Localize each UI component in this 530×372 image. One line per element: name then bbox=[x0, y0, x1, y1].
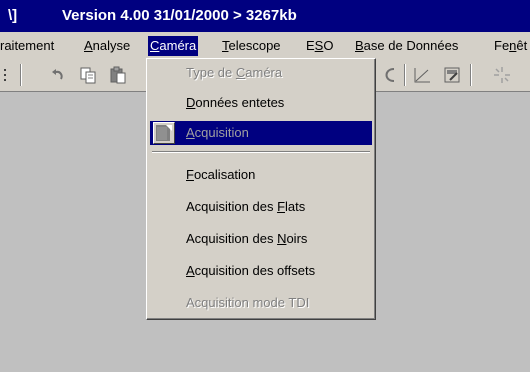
edit-icon[interactable] bbox=[442, 65, 462, 85]
menu-item-acquisition-mode-tdi[interactable]: Acquisition mode TDI bbox=[150, 291, 372, 315]
undo-icon[interactable] bbox=[48, 65, 68, 85]
toolbar-separator bbox=[20, 64, 22, 86]
grip-icon bbox=[2, 65, 10, 85]
acquisition-checked-icon bbox=[153, 122, 175, 144]
sparkle-icon[interactable] bbox=[492, 65, 512, 85]
menu-item-type-de-camera[interactable]: Type de Caméra bbox=[150, 61, 372, 85]
menu-item-acquisition-offsets[interactable]: Acquisition des offsets bbox=[150, 259, 372, 283]
line-graph-icon[interactable] bbox=[412, 65, 432, 85]
window-title: Version 4.00 31/01/2000 > 3267kb bbox=[62, 7, 297, 24]
curve-icon[interactable] bbox=[380, 65, 400, 85]
menu-analyse[interactable]: Analyse bbox=[82, 36, 132, 56]
title-bar: \] Version 4.00 31/01/2000 > 3267kb bbox=[0, 0, 530, 32]
camera-menu: Type de Caméra Données entetes Acquisiti… bbox=[146, 58, 376, 320]
title-prefix: \] bbox=[8, 7, 18, 24]
menu-separator bbox=[152, 151, 370, 153]
menu-bar: raitement Analyse Caméra Telescope ESO B… bbox=[0, 32, 530, 58]
toolbar-separator bbox=[470, 64, 472, 86]
menu-fenetre[interactable]: Fenêt bbox=[492, 36, 529, 56]
menu-item-acquisition-flats[interactable]: Acquisition des Flats bbox=[150, 195, 372, 219]
menu-item-acquisition-noirs[interactable]: Acquisition des Noirs bbox=[150, 227, 372, 251]
menu-base-de-donnees[interactable]: Base de Données bbox=[353, 36, 460, 56]
menu-eso[interactable]: ESO bbox=[304, 36, 335, 56]
menu-item-donnees-entetes[interactable]: Données entetes bbox=[150, 91, 372, 115]
toolbar-separator bbox=[404, 64, 406, 86]
paste-icon[interactable] bbox=[108, 65, 128, 85]
menu-traitement[interactable]: raitement bbox=[0, 36, 56, 56]
menu-camera[interactable]: Caméra bbox=[148, 36, 199, 56]
menu-item-focalisation[interactable]: Focalisation bbox=[150, 163, 372, 187]
copy-icon[interactable] bbox=[78, 65, 98, 85]
menu-telescope[interactable]: Telescope bbox=[220, 36, 283, 56]
menu-item-acquisition[interactable]: Acquisition bbox=[150, 121, 372, 145]
